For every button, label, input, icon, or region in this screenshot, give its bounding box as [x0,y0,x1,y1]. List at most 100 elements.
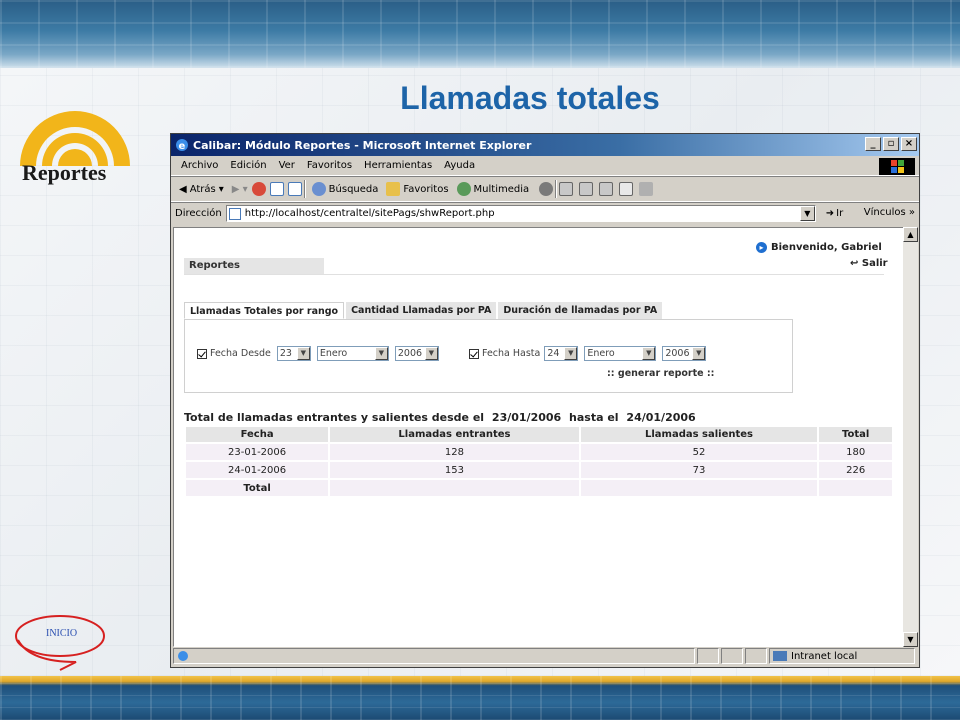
from-day-select[interactable]: 23 ▼ [276,346,311,361]
home-link-icon[interactable] [10,610,116,672]
refresh-icon[interactable] [269,182,284,196]
favorites-label: Favoritos [403,183,449,195]
arrow-circle-icon: ▸ [756,242,767,253]
reportes-logo-icon [20,111,130,166]
logout-link[interactable]: ↩ Salir [850,258,888,269]
from-month-select[interactable]: Enero ▼ [316,346,389,361]
welcome-text: Bienvenido, Gabriel [771,242,882,253]
go-button[interactable]: ➜ Ir [826,208,843,219]
report-tabs: Llamadas Totales por rango Cantidad Llam… [184,302,663,319]
chevron-down-icon: ▼ [374,347,388,360]
discuss-icon[interactable] [619,182,634,196]
status-zone-label: Intranet local [791,650,858,662]
back-arrow-icon: ◀ [179,183,187,195]
to-day-select[interactable]: 24 ▼ [544,346,579,361]
header-fecha: Fecha [186,427,329,442]
menu-ver[interactable]: Ver [273,160,301,171]
table-row: 23-01-2006 128 52 180 [186,444,892,460]
report-summary: Total de llamadas entrantes y salientes … [184,411,700,424]
tab-duracion-llamadas[interactable]: Duración de llamadas por PA [498,302,663,319]
svg-text:e: e [179,141,186,152]
date-to-checkbox[interactable] [469,348,479,359]
mail-icon[interactable] [559,182,574,196]
cell-salientes: 73 [580,462,818,478]
ie-status-icon [178,651,188,661]
status-cell [745,648,767,664]
back-label: Atrás [189,183,216,195]
logout-icon: ↩ [850,258,859,269]
section-tab-reportes[interactable]: Reportes [184,258,324,274]
logo-label: Reportes [22,160,107,185]
report-table: Fecha Llamadas entrantes Llamadas salien… [184,425,894,498]
menu-archivo[interactable]: Archivo [175,160,224,171]
messenger-icon[interactable] [639,182,654,196]
forward-button[interactable]: ▶ ▾ [228,178,252,200]
from-year-value: 2006 [397,348,423,359]
from-year-select[interactable]: 2006 ▼ [394,346,439,361]
chevron-down-icon: ▼ [564,347,578,360]
search-label: Búsqueda [328,183,379,195]
cell-entrantes: 153 [330,462,579,478]
toolbar: ◀ Atrás ▾ ▶ ▾ Búsqueda Favoritos Multime… [171,176,919,202]
cell-total: 226 [819,462,892,478]
header-llamadas-salientes: Llamadas salientes [580,427,818,442]
media-button[interactable]: Multimedia [453,178,534,200]
scroll-up-icon[interactable]: ▲ [903,227,918,242]
to-month-select[interactable]: Enero ▼ [584,346,657,361]
favorites-button[interactable]: Favoritos [382,178,452,200]
filter-panel: Fecha Desde 23 ▼ Enero ▼ 2006 ▼ Fecha Hasta… [184,319,793,393]
menu-herramientas[interactable]: Herramientas [358,160,438,171]
address-input[interactable]: http://localhost/centraltel/sitePags/shw… [225,205,816,222]
status-main [173,648,695,664]
ie-logo-icon: e [176,139,188,152]
links-button[interactable]: Vínculos » [864,207,915,218]
tab-llamadas-totales[interactable]: Llamadas Totales por rango [184,302,345,319]
cell-salientes: 52 [580,444,818,460]
close-button[interactable]: × [901,137,917,151]
back-dropdown-icon[interactable]: ▾ [219,184,224,195]
header-total: Total [819,427,892,442]
toolbar-separator [303,180,306,198]
chevron-down-icon: ▼ [692,347,706,360]
menu-ayuda[interactable]: Ayuda [438,160,481,171]
to-year-select[interactable]: 2006 ▼ [662,346,707,361]
search-button[interactable]: Búsqueda [308,178,383,200]
home-icon[interactable] [287,182,302,196]
to-year-value: 2006 [665,348,690,359]
history-icon[interactable] [539,182,554,196]
maximize-button[interactable]: ▫ [883,137,899,151]
date-from-filter: Fecha Desde 23 ▼ Enero ▼ 2006 ▼ [197,346,439,361]
status-zone: Intranet local [769,648,915,664]
address-bar: Dirección http://localhost/centraltel/si… [171,202,919,224]
summary-from-date: 23/01/2006 [491,411,562,424]
menu-favoritos[interactable]: Favoritos [301,160,358,171]
browser-window: e Calibar: Módulo Reportes - Microsoft I… [170,133,920,668]
print-icon[interactable] [579,182,594,196]
date-from-checkbox[interactable] [197,348,207,359]
chevron-down-icon: ▼ [642,347,656,360]
to-day-value: 24 [547,348,560,359]
stop-icon[interactable] [251,182,266,196]
table-row: 24-01-2006 153 73 226 [186,462,892,478]
favorites-icon [386,182,401,196]
welcome-message: ▸ Bienvenido, Gabriel [756,242,882,253]
menu-edicion[interactable]: Edición [224,160,272,171]
summary-prefix: Total de llamadas entrantes y salientes … [184,411,485,424]
date-to-label: Fecha Hasta [482,348,541,359]
search-icon [311,182,326,196]
tab-cantidad-llamadas[interactable]: Cantidad Llamadas por PA [346,302,497,319]
address-dropdown-icon[interactable]: ▼ [799,206,815,221]
intranet-icon [773,651,787,661]
minimize-button[interactable]: _ [865,137,881,151]
back-button[interactable]: ◀ Atrás ▾ [175,178,228,200]
vertical-scrollbar[interactable]: ▲ ▼ [903,227,918,647]
generate-report-link[interactable]: :: generar reporte :: [607,368,714,379]
cell-fecha: 23-01-2006 [186,444,329,460]
media-label: Multimedia [473,183,530,195]
edit-icon[interactable] [599,182,614,196]
status-cell [721,648,743,664]
cell-empty [819,480,892,496]
scroll-down-icon[interactable]: ▼ [903,632,918,647]
logout-label: Salir [861,258,888,269]
home-link[interactable]: INICIO [46,628,77,639]
